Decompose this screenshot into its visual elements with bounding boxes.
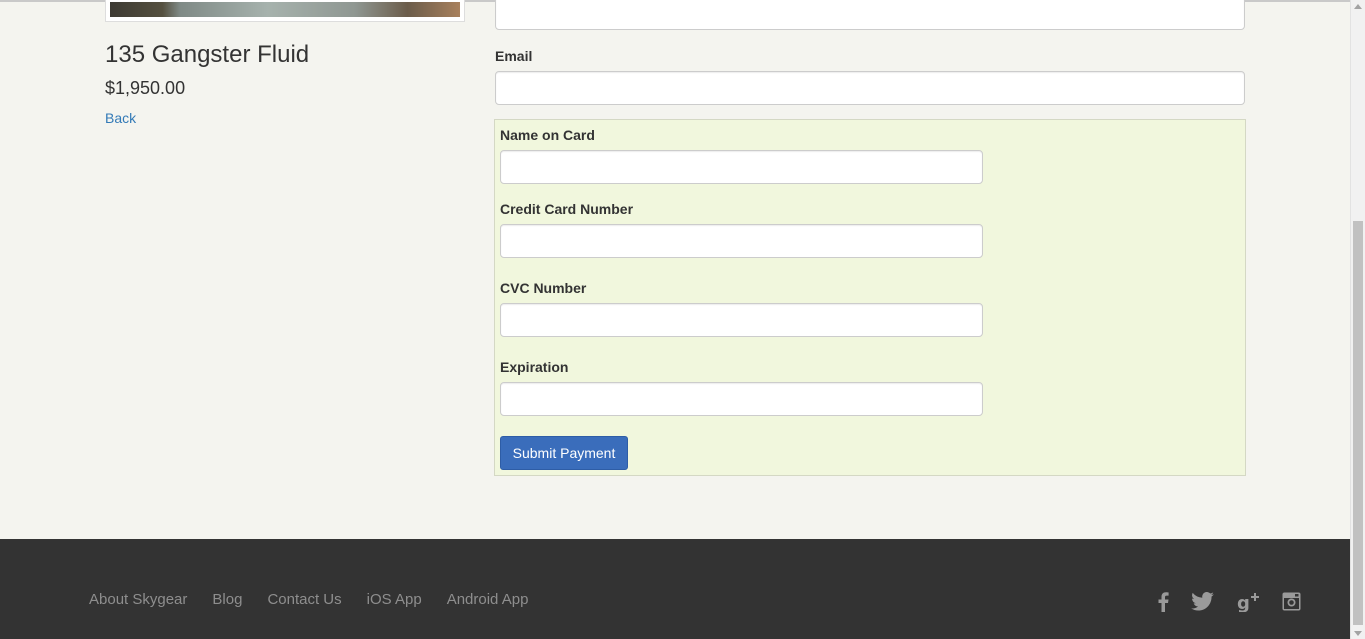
page: 135 Gangster Fluid $1,950.00 Back Email … [0,0,1350,639]
submit-payment-button[interactable]: Submit Payment [500,436,628,470]
footer-link-ios-app[interactable]: iOS App [367,591,422,608]
product-title: 135 Gangster Fluid [105,41,310,68]
email-label: Email [495,48,533,64]
instagram-icon[interactable] [1282,592,1301,611]
svg-text:g: g [1237,593,1250,612]
card-number-input[interactable] [500,224,983,258]
footer-link-android-app[interactable]: Android App [447,591,529,608]
email-input[interactable] [495,71,1245,105]
back-link[interactable]: Back [105,110,136,126]
twitter-icon[interactable] [1191,592,1214,611]
footer-nav: About Skygear Blog Contact Us iOS App An… [89,591,553,608]
cvc-label: CVC Number [500,280,587,296]
name-on-card-input[interactable] [500,150,983,184]
scroll-up-arrow-icon[interactable] [1354,4,1362,9]
scroll-down-arrow-icon[interactable] [1354,631,1362,636]
footer-link-contact[interactable]: Contact Us [267,591,341,608]
name-on-card-label: Name on Card [500,127,595,143]
previous-field-input[interactable] [495,0,1245,30]
scroll-thumb[interactable] [1353,221,1363,625]
vertical-scrollbar[interactable] [1350,0,1365,639]
facebook-icon[interactable] [1158,592,1169,612]
expiration-input[interactable] [500,382,983,416]
expiration-label: Expiration [500,359,569,375]
cvc-input[interactable] [500,303,983,337]
product-photo [110,2,460,17]
product-image [105,0,465,22]
footer-link-blog[interactable]: Blog [212,591,242,608]
footer: About Skygear Blog Contact Us iOS App An… [0,539,1350,639]
payment-card-panel: Name on Card Credit Card Number CVC Numb… [494,119,1246,476]
card-number-label: Credit Card Number [500,201,634,217]
google-plus-icon[interactable]: g [1237,592,1259,612]
footer-link-about[interactable]: About Skygear [89,591,187,608]
product-price: $1,950.00 [105,78,186,98]
